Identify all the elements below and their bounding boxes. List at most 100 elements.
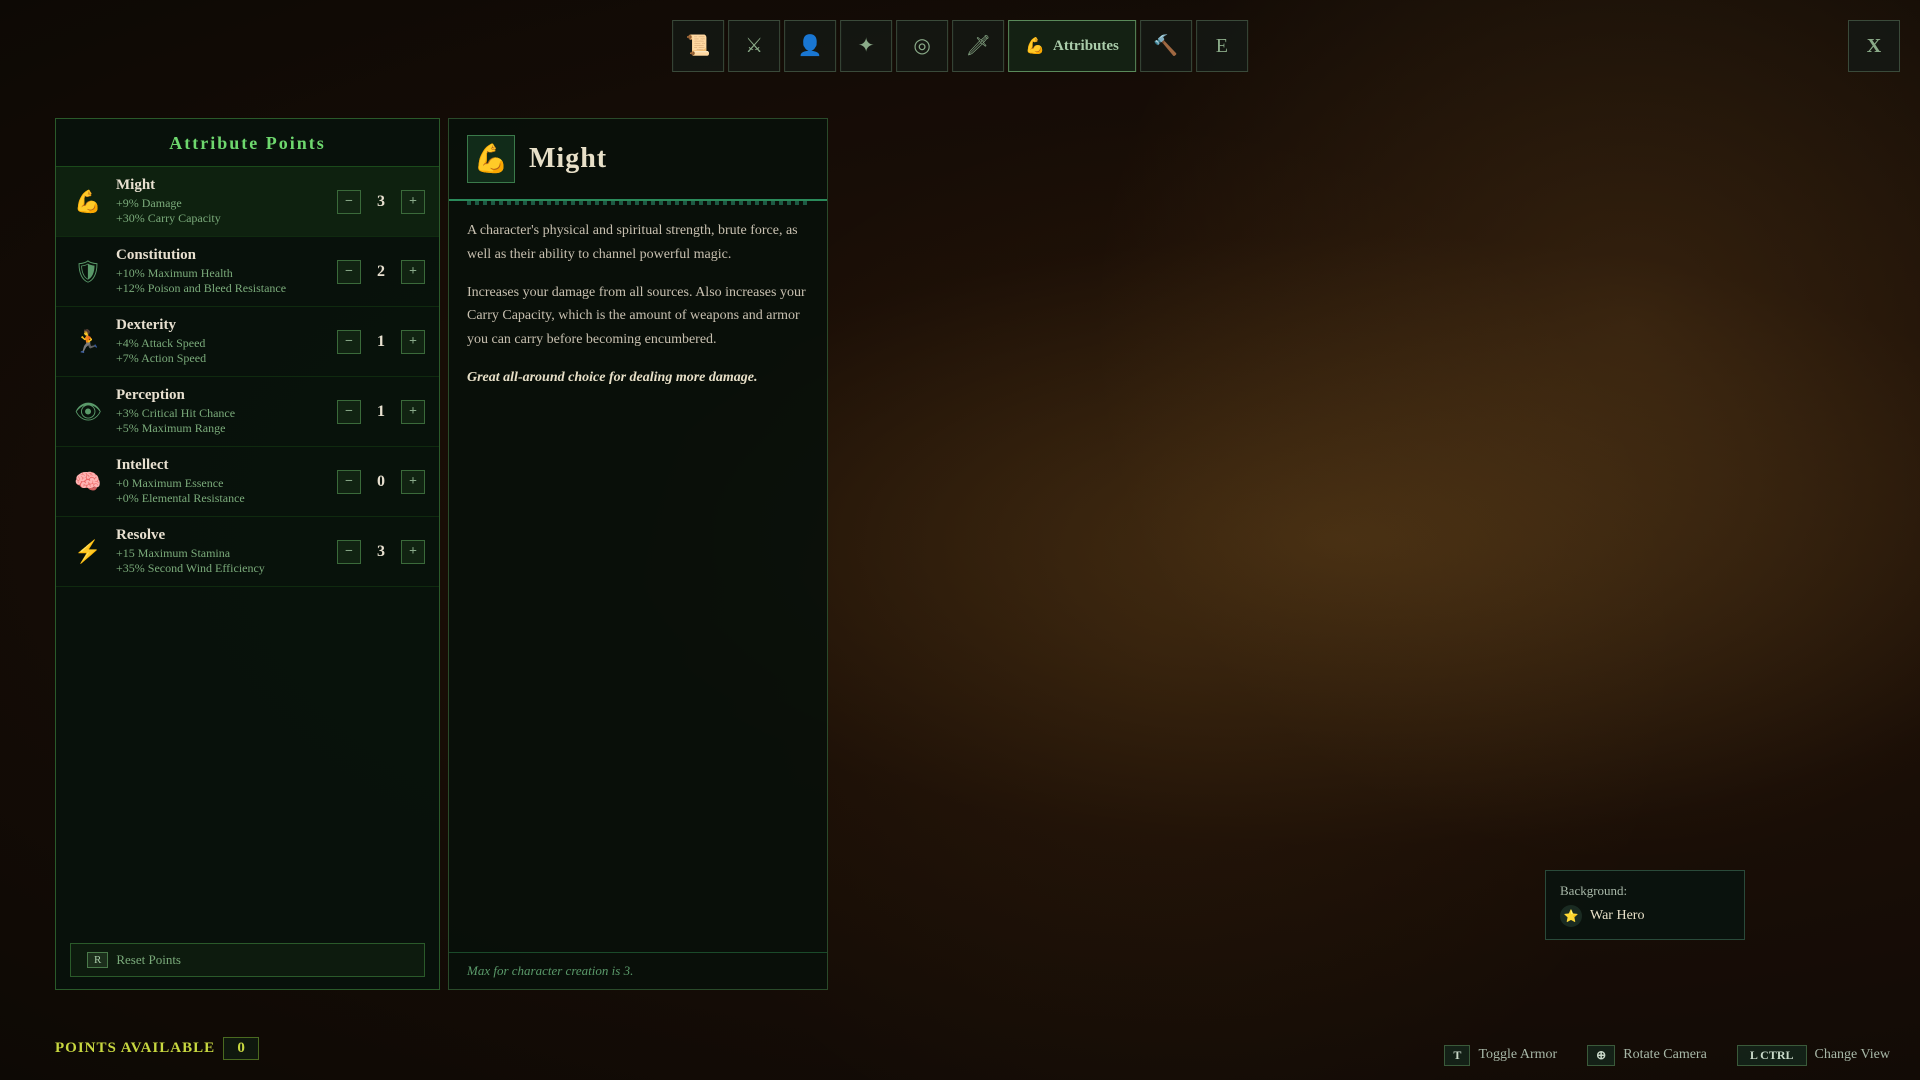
background-icon: ⭐ — [1560, 905, 1582, 927]
might-bonus2: +30% Carry Capacity — [116, 211, 337, 226]
perception-name: Perception — [116, 387, 337, 404]
intellect-increase[interactable]: + — [401, 470, 425, 494]
nav-btn-map[interactable]: ◎ — [896, 20, 948, 72]
background-name: War Hero — [1590, 908, 1644, 924]
reset-key: R — [87, 952, 108, 968]
nav-btn-skills[interactable]: ✦ — [840, 20, 892, 72]
resolve-controls: − 3 + — [337, 540, 425, 564]
attributes-nav-label: Attributes — [1053, 38, 1119, 55]
reset-label: Reset Points — [116, 952, 181, 968]
attr-row-perception[interactable]: 👁 Perception +3% Critical Hit Chance +5%… — [56, 377, 439, 447]
resolve-bonus2: +35% Second Wind Efficiency — [116, 561, 337, 576]
resolve-info: Resolve +15 Maximum Stamina +35% Second … — [116, 527, 337, 576]
toggle-armor-label: Toggle Armor — [1478, 1047, 1557, 1063]
character-icon: 👤 — [798, 36, 823, 56]
might-name: Might — [116, 177, 337, 194]
nav-btn-quest[interactable]: 📜 — [672, 20, 724, 72]
intellect-name: Intellect — [116, 457, 337, 474]
quest-icon: 📜 — [686, 36, 711, 56]
constitution-controls: − 2 + — [337, 260, 425, 284]
might-controls: − 3 + — [337, 190, 425, 214]
intellect-controls: − 0 + — [337, 470, 425, 494]
change-view-label: Change View — [1815, 1047, 1891, 1063]
intellect-info: Intellect +0 Maximum Essence +0% Element… — [116, 457, 337, 506]
constitution-bonus2: +12% Poison and Bleed Resistance — [116, 281, 337, 296]
dexterity-controls: − 1 + — [337, 330, 425, 354]
background-label: Background: — [1560, 883, 1730, 899]
close-button[interactable]: X — [1848, 20, 1900, 72]
might-icon: 💪 — [70, 184, 106, 220]
resolve-increase[interactable]: + — [401, 540, 425, 564]
detail-body: A character's physical and spiritual str… — [449, 219, 827, 390]
nav-btn-e-menu[interactable]: E — [1196, 20, 1248, 72]
perception-decrease[interactable]: − — [337, 400, 361, 424]
attr-row-might[interactable]: 💪 Might +9% Damage +30% Carry Capacity −… — [56, 167, 439, 237]
attr-row-intellect[interactable]: 🧠 Intellect +0 Maximum Essence +0% Eleme… — [56, 447, 439, 517]
perception-value: 1 — [367, 403, 395, 421]
e-menu-icon: E — [1216, 36, 1228, 56]
nav-btn-attributes[interactable]: 💪 Attributes — [1008, 20, 1136, 72]
detail-desc1: A character's physical and spiritual str… — [467, 219, 809, 267]
nav-btn-abilities[interactable]: 🗡 — [952, 20, 1004, 72]
intellect-icon: 🧠 — [70, 464, 106, 500]
dexterity-icon: 🏃 — [70, 324, 106, 360]
attr-row-resolve[interactable]: ⚡ Resolve +15 Maximum Stamina +35% Secon… — [56, 517, 439, 587]
attr-row-dexterity[interactable]: 🏃 Dexterity +4% Attack Speed +7% Action … — [56, 307, 439, 377]
nav-btn-character[interactable]: 👤 — [784, 20, 836, 72]
change-view-action: L CTRL Change View — [1737, 1045, 1890, 1066]
resolve-bonus1: +15 Maximum Stamina — [116, 546, 337, 561]
dexterity-info: Dexterity +4% Attack Speed +7% Action Sp… — [116, 317, 337, 366]
background-value: ⭐ War Hero — [1560, 905, 1730, 927]
attribute-points-panel: Attribute Points 💪 Might +9% Damage +30%… — [55, 118, 440, 990]
background-box: Background: ⭐ War Hero — [1545, 870, 1745, 940]
dexterity-name: Dexterity — [116, 317, 337, 334]
dexterity-decrease[interactable]: − — [337, 330, 361, 354]
dexterity-bonus1: +4% Attack Speed — [116, 336, 337, 351]
perception-increase[interactable]: + — [401, 400, 425, 424]
perception-icon: 👁 — [70, 394, 106, 430]
attributes-nav-icon: 💪 — [1025, 36, 1045, 56]
intellect-bonus1: +0 Maximum Essence — [116, 476, 337, 491]
nav-btn-inventory[interactable]: ⚔ — [728, 20, 780, 72]
might-info: Might +9% Damage +30% Carry Capacity — [116, 177, 337, 226]
resolve-value: 3 — [367, 543, 395, 561]
toggle-armor-action: T Toggle Armor — [1444, 1045, 1557, 1066]
constitution-value: 2 — [367, 263, 395, 281]
perception-bonus2: +5% Maximum Range — [116, 421, 337, 436]
perception-bonus1: +3% Critical Hit Chance — [116, 406, 337, 421]
inventory-icon: ⚔ — [745, 36, 763, 56]
toggle-armor-key: T — [1444, 1045, 1470, 1066]
constitution-increase[interactable]: + — [401, 260, 425, 284]
max-creation-note: Max for character creation is 3. — [449, 952, 827, 989]
resolve-name: Resolve — [116, 527, 337, 544]
perception-info: Perception +3% Critical Hit Chance +5% M… — [116, 387, 337, 436]
might-increase[interactable]: + — [401, 190, 425, 214]
skills-icon: ✦ — [858, 36, 875, 56]
dexterity-increase[interactable]: + — [401, 330, 425, 354]
intellect-value: 0 — [367, 473, 395, 491]
reset-area: R Reset Points — [70, 943, 425, 977]
might-value: 3 — [367, 193, 395, 211]
reset-points-button[interactable]: R Reset Points — [70, 943, 425, 977]
resolve-decrease[interactable]: − — [337, 540, 361, 564]
intellect-decrease[interactable]: − — [337, 470, 361, 494]
top-navigation: 📜 ⚔ 👤 ✦ ◎ 🗡 💪 Attributes 🔨 E — [672, 20, 1248, 72]
might-decrease[interactable]: − — [337, 190, 361, 214]
map-icon: ◎ — [913, 36, 930, 56]
detail-desc2: Increases your damage from all sources. … — [467, 281, 809, 352]
rotate-camera-key: ⊕ — [1587, 1045, 1615, 1066]
perception-controls: − 1 + — [337, 400, 425, 424]
constitution-bonus1: +10% Maximum Health — [116, 266, 337, 281]
constitution-info: Constitution +10% Maximum Health +12% Po… — [116, 247, 337, 296]
attr-row-constitution[interactable]: 🛡 Constitution +10% Maximum Health +12% … — [56, 237, 439, 307]
panel-header: Attribute Points — [56, 119, 439, 167]
detail-title: Might — [529, 143, 607, 175]
rotate-camera-label: Rotate Camera — [1623, 1047, 1707, 1063]
rotate-camera-action: ⊕ Rotate Camera — [1587, 1045, 1707, 1066]
detail-header: 💪 Might — [449, 119, 827, 201]
bottom-bar: T Toggle Armor ⊕ Rotate Camera L CTRL Ch… — [0, 1030, 1920, 1080]
nav-btn-crafting[interactable]: 🔨 — [1140, 20, 1192, 72]
dexterity-value: 1 — [367, 333, 395, 351]
change-view-key: L CTRL — [1737, 1045, 1807, 1066]
constitution-decrease[interactable]: − — [337, 260, 361, 284]
